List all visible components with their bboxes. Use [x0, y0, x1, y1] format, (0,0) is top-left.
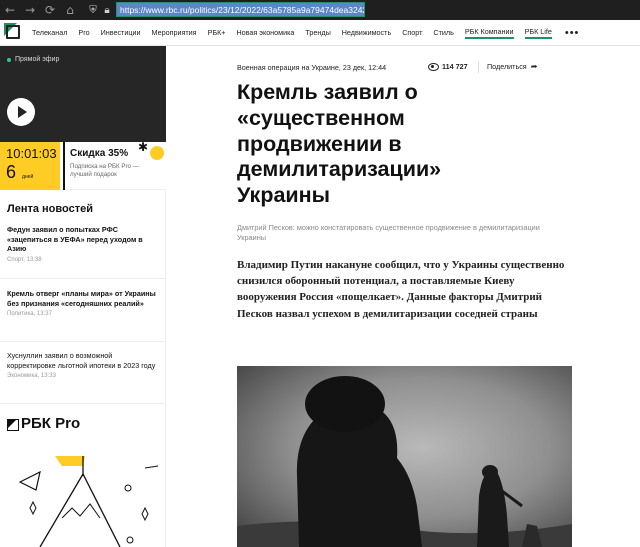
- view-count: 114 727: [428, 62, 468, 71]
- divider: [0, 278, 166, 279]
- url-field[interactable]: https://www.rbc.ru/politics/23/12/2022/6…: [116, 2, 365, 17]
- live-dot-icon: [7, 57, 11, 62]
- article-lead: Владимир Путин накануне сообщил, что у У…: [237, 259, 565, 320]
- nav-item-investments[interactable]: Инвестиции: [101, 28, 141, 37]
- mountain-illustration: [18, 456, 159, 547]
- article-photo[interactable]: [237, 366, 572, 547]
- lock-icon[interactable]: 🔒︎: [100, 2, 114, 18]
- countdown-timer: 10:01:03 6 дней: [0, 142, 60, 190]
- headline-line: Кремль заявил о: [237, 80, 418, 104]
- promo-dot-icon: [150, 146, 164, 160]
- promo-divider: [63, 142, 65, 190]
- live-label: Прямой эфир: [7, 56, 59, 63]
- list-item[interactable]: Федун заявил о попытках РФС «зацепиться …: [7, 225, 159, 263]
- forward-arrow-icon[interactable]: →: [20, 0, 40, 20]
- timer-time: 10:01:03: [6, 146, 57, 161]
- sidebar: Прямой эфир 10:01:03 6 дней Скидка 35% П…: [0, 46, 166, 547]
- nav-item-style[interactable]: Стиль: [433, 28, 453, 37]
- feed-title: Лента новостей: [7, 203, 93, 215]
- view-count-value: 114 727: [442, 62, 468, 71]
- feed-headline[interactable]: Федун заявил о попытках РФС «зацепиться …: [7, 225, 159, 254]
- site-nav: Телеканал Pro Инвестиции Мероприятия РБК…: [0, 20, 640, 46]
- browser-toolbar: ← → ⟳ ⌂ ⛨ 🔒︎ https://www.rbc.ru/politics…: [0, 0, 640, 20]
- feed-meta: Политика, 13:37: [7, 311, 52, 318]
- home-icon[interactable]: ⌂: [60, 0, 80, 20]
- headline-line: демилитаризации»: [237, 157, 442, 182]
- promo-title: Скидка 35%: [70, 148, 129, 159]
- nav-item-tv[interactable]: Телеканал: [32, 28, 67, 37]
- article-headline: Кремль заявил о «существенном продвижени…: [237, 80, 537, 209]
- live-label-text: Прямой эфир: [15, 56, 60, 63]
- reload-icon[interactable]: ⟳: [40, 0, 60, 20]
- share-arrow-icon: ➦: [530, 62, 538, 71]
- eye-icon: [428, 63, 439, 71]
- feed-headline[interactable]: Хуснуллин заявил о возможной корректиров…: [7, 351, 159, 370]
- rbc-pro-logo-text: РБК Pro: [21, 415, 81, 432]
- article-subtitle: Дмитрий Песков: можно констатировать сущ…: [237, 223, 540, 242]
- shield-icon[interactable]: ⛨: [86, 2, 100, 18]
- promo-subtitle: Подписка на РБК Pro — лучший подарок: [70, 163, 139, 178]
- timer-days-label: дней: [22, 174, 34, 180]
- feed-meta: Экономика, 13:33: [7, 373, 56, 380]
- nav-item-rbc-life[interactable]: РБК Life: [524, 27, 552, 39]
- back-arrow-icon[interactable]: ←: [0, 0, 20, 20]
- rbc-pro-logo[interactable]: РБК Pro: [7, 415, 80, 432]
- nav-item-sport[interactable]: Спорт: [402, 28, 422, 37]
- divider: [478, 61, 479, 73]
- list-item[interactable]: Хуснуллин заявил о возможной корректиров…: [7, 351, 159, 379]
- nav-item-trends[interactable]: Тренды: [305, 28, 330, 37]
- divider: [0, 403, 166, 404]
- live-player[interactable]: Прямой эфир: [0, 46, 166, 142]
- headline-line: продвижении в: [237, 131, 402, 156]
- headline-line: Украины: [237, 183, 330, 208]
- nav-item-pro[interactable]: Pro: [78, 28, 89, 37]
- play-icon[interactable]: [7, 98, 35, 126]
- timer-days: 6: [6, 162, 17, 182]
- headline-line: «существенном: [237, 105, 405, 130]
- feed-headline[interactable]: Кремль отверг «планы мира» от Украины бе…: [7, 289, 159, 308]
- article: Военная операция на Украине, 23 дек, 12:…: [166, 46, 640, 547]
- rbc-logo[interactable]: [4, 22, 24, 43]
- nav-item-new-economy[interactable]: Новая экономика: [236, 28, 294, 37]
- share-label: Поделиться: [487, 62, 527, 71]
- divider: [0, 341, 166, 342]
- promo-banner[interactable]: 10:01:03 6 дней Скидка 35% Подписка на Р…: [0, 140, 166, 190]
- more-menu-icon[interactable]: •••: [565, 27, 580, 39]
- gift-icon: ✱: [138, 140, 149, 154]
- nav-item-rbc-plus[interactable]: РБК+: [208, 28, 226, 37]
- article-meta[interactable]: Военная операция на Украине, 23 дек, 12:…: [237, 63, 386, 72]
- share-button[interactable]: Поделиться ➦: [487, 62, 537, 71]
- nav-item-rbc-companies[interactable]: РБК Компании: [464, 27, 514, 39]
- nav-item-real-estate[interactable]: Недвижимость: [342, 28, 391, 37]
- list-item[interactable]: Кремль отверг «планы мира» от Украины бе…: [7, 289, 159, 317]
- rbc-pro-mark-icon: [7, 418, 19, 431]
- feed-meta: Спорт, 13:38: [7, 256, 42, 263]
- nav-item-events[interactable]: Мероприятия: [152, 28, 197, 37]
